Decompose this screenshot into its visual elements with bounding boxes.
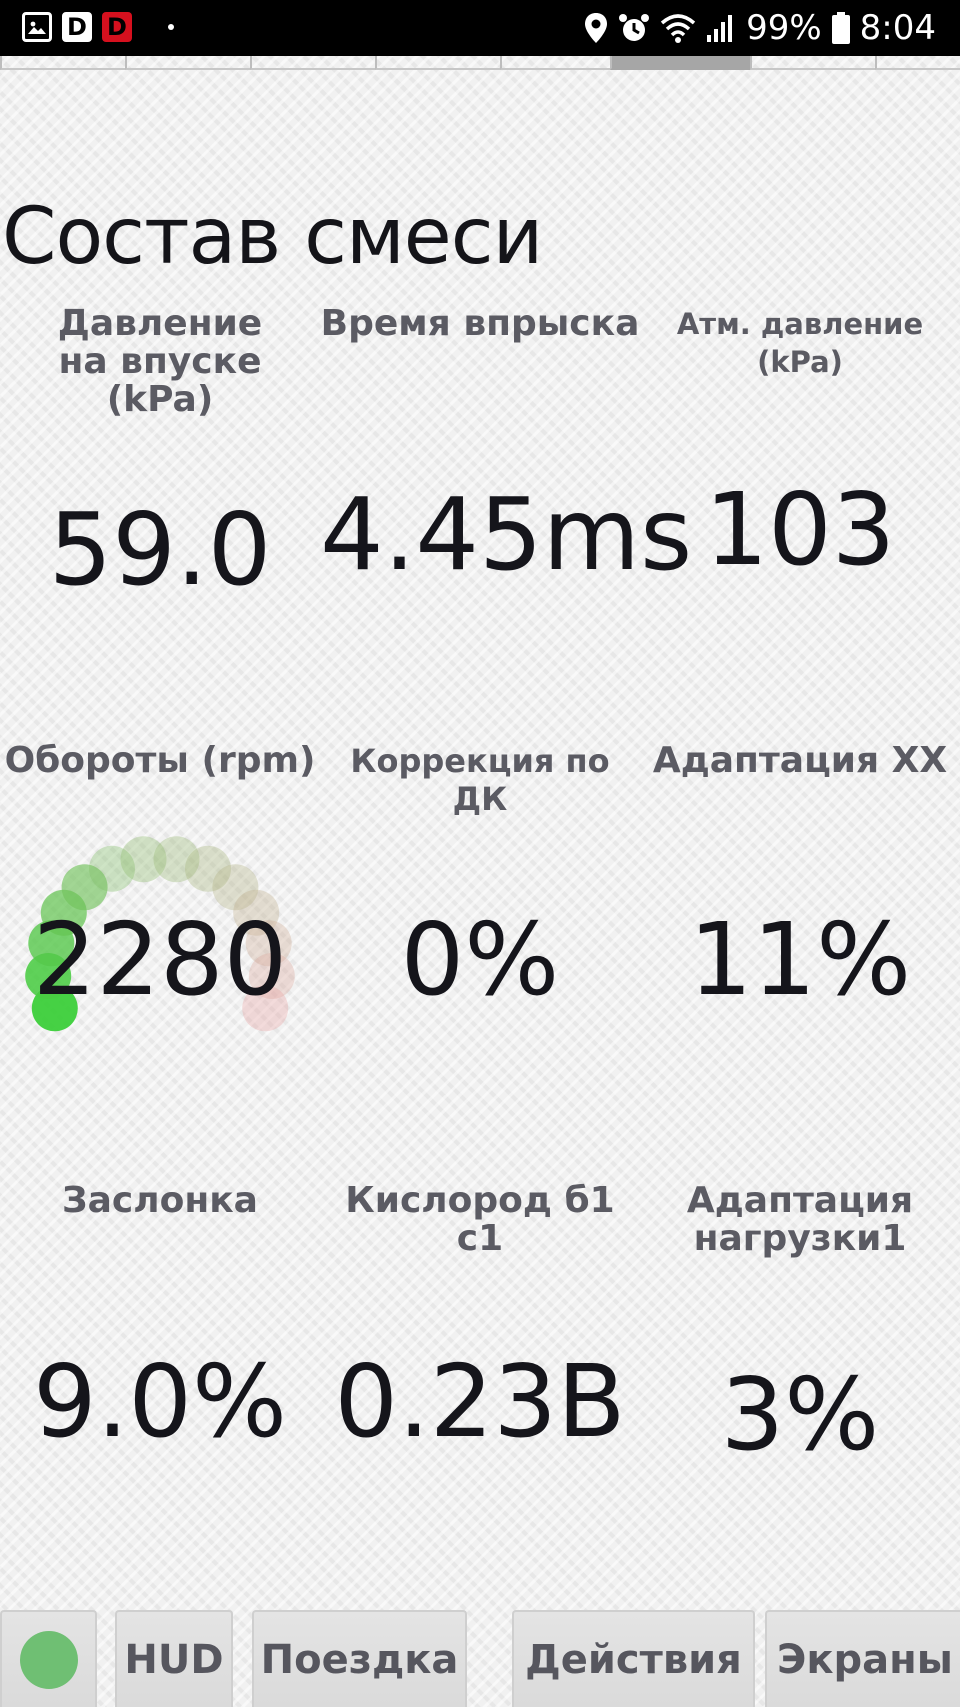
gauge-value: 59.0 <box>48 491 272 608</box>
gauge-label: Время впрыска <box>320 303 640 344</box>
connection-status-button[interactable] <box>0 1610 97 1707</box>
screen-tab-1[interactable] <box>0 56 125 70</box>
d-icon: D <box>62 12 92 42</box>
gauge-value: 9.0% <box>32 1343 288 1460</box>
screen-tab-2[interactable] <box>125 56 250 70</box>
gauge-label: Атм. давление (kPa) <box>676 307 924 379</box>
hud-button[interactable]: HUD <box>115 1610 233 1707</box>
screen-tab-3[interactable] <box>250 56 375 70</box>
screen-tab-6[interactable] <box>610 56 750 70</box>
gauge-value: 11% <box>688 901 912 1018</box>
trip-button[interactable]: Поездка <box>252 1610 467 1707</box>
signal-icon <box>707 15 733 42</box>
screen-tab-indicator[interactable] <box>0 56 960 74</box>
gauge-label: Обороты (rpm) <box>4 740 316 781</box>
gauge-value: 4.45ms <box>320 476 693 593</box>
status-bar: D D 99% 8:04 <box>0 0 960 56</box>
gauge-label: Адаптация ХХ <box>652 740 948 781</box>
gauge-value: 0.23В <box>334 1343 626 1460</box>
gauge-value: 3% <box>720 1356 880 1473</box>
notification-icons: D D <box>22 12 174 42</box>
gauge-value: 2280 <box>32 901 288 1018</box>
gauge-label: Коррекция по ДК <box>350 742 610 818</box>
gauge-label: Кислород б1 с1 <box>345 1180 615 1259</box>
wifi-icon <box>660 14 696 43</box>
gallery-icon <box>22 12 52 42</box>
more-notifications-dot-icon <box>168 24 174 30</box>
system-icons: 99% 8:04 <box>584 6 936 50</box>
gauge-label: Адаптация нагрузки1 <box>686 1180 914 1259</box>
gauge-label: Заслонка <box>62 1180 258 1221</box>
screen-tab-8[interactable] <box>875 56 960 70</box>
alarm-icon <box>619 14 650 41</box>
page-title: Состав смеси <box>2 192 543 282</box>
battery-percent: 99% <box>746 8 822 48</box>
gauge-label: Давление на впуске (kPa) <box>57 303 263 420</box>
screens-button[interactable]: Экраны <box>765 1610 960 1707</box>
connection-status-icon <box>19 1630 78 1689</box>
screen-tab-5[interactable] <box>500 56 610 70</box>
clock: 8:04 <box>859 8 936 48</box>
bottom-bar: HUD Поездка Действия Экраны <box>0 1610 960 1707</box>
gauge-value: 0% <box>400 901 560 1018</box>
screen-tab-7[interactable] <box>750 56 875 70</box>
screen-tab-4[interactable] <box>375 56 500 70</box>
gauge-value: 103 <box>704 471 896 588</box>
location-icon <box>585 13 608 43</box>
battery-icon <box>831 12 850 44</box>
actions-button[interactable]: Действия <box>512 1610 755 1707</box>
d-red-icon: D <box>102 12 132 42</box>
